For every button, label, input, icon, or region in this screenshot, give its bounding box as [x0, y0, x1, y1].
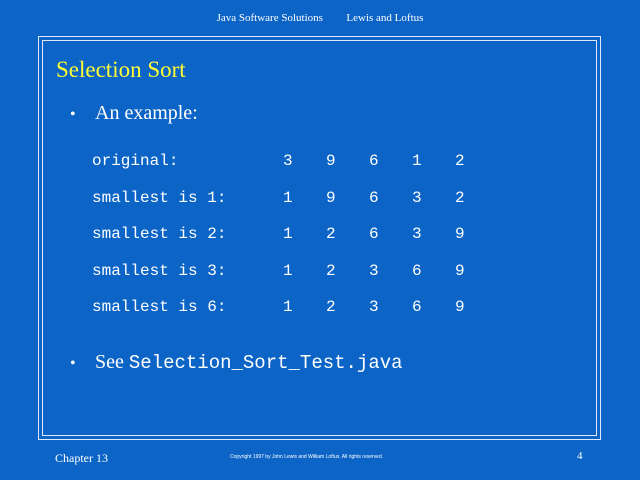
row-value: 6 [412, 298, 422, 317]
row-value: 1 [283, 188, 293, 207]
row-label: smallest is 2: [92, 225, 227, 244]
header-book-title: Java Software Solutions [216, 12, 323, 24]
bullet-see-file: • See Selection_Sort_Test.java [70, 350, 403, 376]
table-row: smallest is 3: 1 2 3 6 9 [92, 253, 498, 290]
bullet-glyph: • [70, 106, 76, 123]
row-label: smallest is 3: [92, 261, 227, 280]
bullet-example-text: An example: [95, 102, 198, 124]
footer-page-number: 4 [577, 450, 583, 462]
row-value: 3 [412, 188, 422, 207]
row-value: 6 [369, 225, 379, 244]
row-label: smallest is 1: [92, 188, 227, 207]
row-value: 3 [283, 152, 293, 171]
row-value: 1 [283, 225, 293, 244]
header-authors: Lewis and Loftus [346, 12, 424, 24]
row-value: 3 [369, 298, 379, 317]
row-value: 9 [326, 152, 336, 171]
row-value: 9 [326, 188, 336, 207]
slide-title: Selection Sort [56, 57, 186, 82]
row-value: 2 [326, 261, 336, 280]
row-value: 9 [455, 261, 465, 280]
row-value: 9 [455, 298, 465, 317]
bullet-see-text: See [95, 351, 124, 373]
table-row: smallest is 2: 1 2 6 3 9 [92, 216, 498, 253]
row-value: 9 [455, 225, 465, 244]
row-label: original: [92, 152, 179, 171]
row-value: 2 [326, 225, 336, 244]
row-value: 6 [369, 152, 379, 171]
table-row: smallest is 6: 1 2 3 6 9 [92, 289, 498, 326]
slide-header: Java Software Solutions Lewis and Loftus [0, 12, 640, 24]
table-row: original: 3 9 6 1 2 [92, 143, 498, 180]
row-value: 1 [412, 152, 422, 171]
row-value: 3 [412, 225, 422, 244]
row-value: 6 [369, 188, 379, 207]
footer-chapter: Chapter 13 [55, 451, 108, 465]
table-row: smallest is 1: 1 9 6 3 2 [92, 180, 498, 217]
row-value: 1 [283, 298, 293, 317]
bullet-example: • An example: [70, 101, 198, 127]
row-label: smallest is 6: [92, 298, 227, 317]
footer-copyright: Copyright 1997 by John Lewis and William… [230, 454, 384, 460]
selection-sort-example-table: original: 3 9 6 1 2 smallest is 1: 1 9 6… [92, 143, 498, 326]
row-value: 2 [326, 298, 336, 317]
row-value: 6 [412, 261, 422, 280]
row-value: 1 [283, 261, 293, 280]
row-value: 2 [455, 188, 465, 207]
row-value: 3 [369, 261, 379, 280]
bullet-glyph: • [70, 355, 76, 372]
source-file-name: Selection_Sort_Test.java [128, 352, 403, 374]
row-value: 2 [455, 152, 465, 171]
